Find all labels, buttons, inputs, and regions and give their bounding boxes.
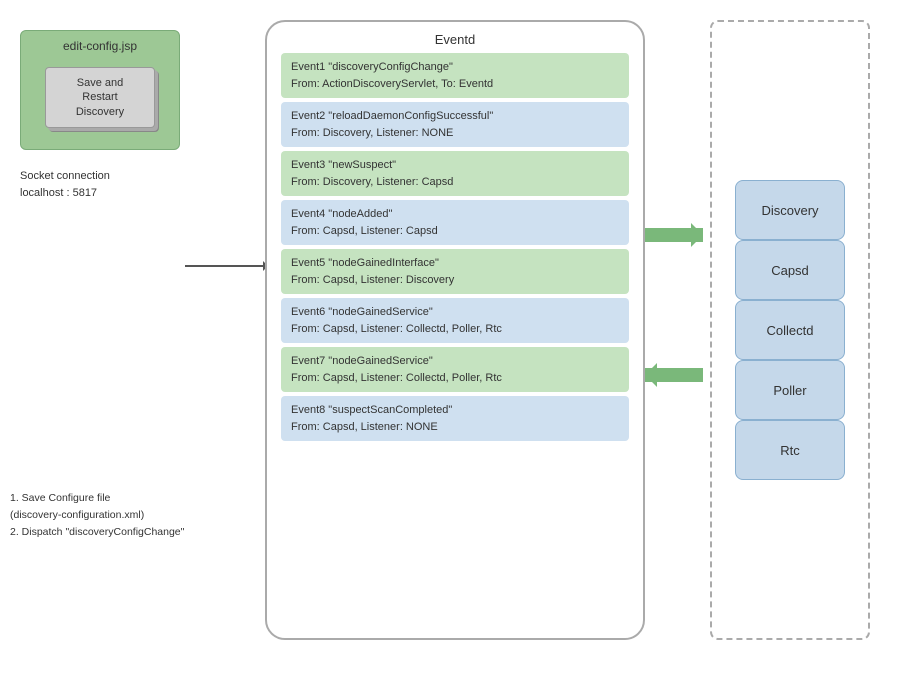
edit-config-box: edit-config.jsp Save and Restart Discove… bbox=[20, 30, 180, 150]
event-rows-container: Event1 "discoveryConfigChange"From: Acti… bbox=[267, 53, 643, 441]
step1b: (discovery-configuration.xml) bbox=[10, 507, 184, 524]
step2: 2. Dispatch "discoveryConfigChange" bbox=[10, 524, 184, 541]
arrow-services-to-eventd bbox=[645, 368, 703, 382]
service-item-poller: Poller bbox=[735, 360, 845, 420]
steps-text: 1. Save Configure file (discovery-config… bbox=[10, 490, 184, 540]
event-row-event6: Event6 "nodeGainedService"From: Capsd, L… bbox=[281, 298, 629, 343]
event-row-event2: Event2 "reloadDaemonConfigSuccessful"Fro… bbox=[281, 102, 629, 147]
eventd-title: Eventd bbox=[267, 22, 643, 47]
socket-line2: localhost : 5817 bbox=[20, 185, 110, 202]
service-item-rtc: Rtc bbox=[735, 420, 845, 480]
event-row-event8: Event8 "suspectScanCompleted"From: Capsd… bbox=[281, 396, 629, 441]
socket-connection-text: Socket connection localhost : 5817 bbox=[20, 168, 110, 201]
eventd-box: Eventd Event1 "discoveryConfigChange"Fro… bbox=[265, 20, 645, 640]
event-row-event4: Event4 "nodeAdded"From: Capsd, Listener:… bbox=[281, 200, 629, 245]
step1: 1. Save Configure file bbox=[10, 490, 184, 507]
arrow-edit-to-eventd bbox=[185, 265, 265, 267]
arrow-eventd-to-services-top bbox=[645, 228, 703, 242]
services-container: DiscoveryCapsdCollectdPollerRtc bbox=[735, 180, 845, 480]
edit-config-title: edit-config.jsp bbox=[63, 39, 137, 53]
event-row-event7: Event7 "nodeGainedService"From: Capsd, L… bbox=[281, 347, 629, 392]
socket-line1: Socket connection bbox=[20, 168, 110, 185]
event-row-event5: Event5 "nodeGainedInterface"From: Capsd,… bbox=[281, 249, 629, 294]
event-row-event3: Event3 "newSuspect"From: Discovery, List… bbox=[281, 151, 629, 196]
event-row-event1: Event1 "discoveryConfigChange"From: Acti… bbox=[281, 53, 629, 98]
service-item-capsd: Capsd bbox=[735, 240, 845, 300]
service-item-collectd: Collectd bbox=[735, 300, 845, 360]
service-item-discovery: Discovery bbox=[735, 180, 845, 240]
services-box: DiscoveryCapsdCollectdPollerRtc bbox=[710, 20, 870, 640]
save-restart-button[interactable]: Save and Restart Discovery bbox=[45, 67, 155, 128]
